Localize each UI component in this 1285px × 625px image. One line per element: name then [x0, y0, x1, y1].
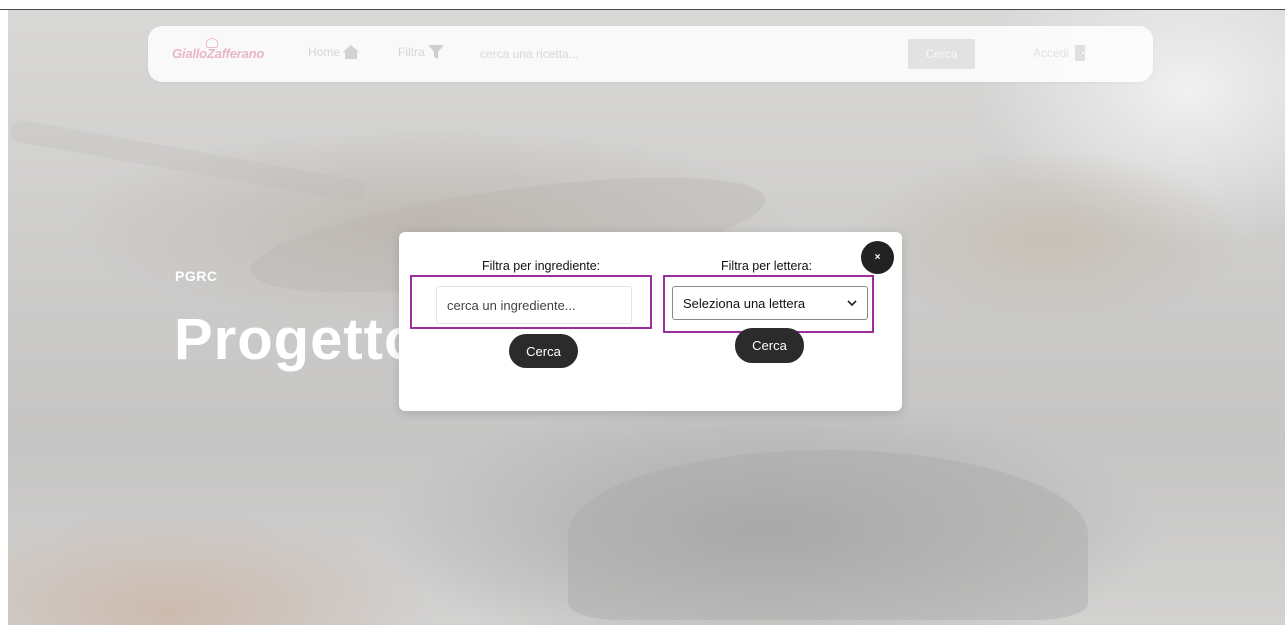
chevron-down-icon: [847, 300, 857, 307]
modal-close-button[interactable]: ×: [861, 241, 894, 274]
filter-modal: × Filtra per ingrediente: Filtra per let…: [399, 232, 902, 411]
nav-accedi-link[interactable]: Accedi: [1033, 44, 1087, 62]
letter-search-button[interactable]: Cerca: [735, 328, 804, 363]
nav-home-link[interactable]: Home: [308, 44, 360, 60]
house-icon: [343, 45, 360, 59]
letter-filter-label: Filtra per lettera:: [721, 259, 813, 273]
navbar: GialloZafferano Home Filtra Cerca Accedi: [148, 26, 1153, 82]
ingredient-search-input[interactable]: [436, 286, 632, 324]
nav-home-label: Home: [308, 45, 341, 59]
ingredient-search-button[interactable]: Cerca: [509, 334, 578, 368]
letter-select[interactable]: Seleziona una lettera: [672, 286, 868, 320]
filter-funnel-icon: [427, 45, 444, 59]
logo-chef-hat-icon: [206, 38, 218, 48]
nav-filtra-label: Filtra: [398, 45, 425, 59]
recipe-search-input[interactable]: [478, 42, 902, 66]
nav-filtra-link[interactable]: Filtra: [398, 44, 445, 60]
site-logo[interactable]: GialloZafferano: [172, 46, 264, 61]
nav-search-button[interactable]: Cerca: [908, 39, 975, 69]
letter-select-value: Seleziona una lettera: [683, 295, 806, 311]
hero-brand: PGRC: [175, 268, 218, 284]
door-icon: [1075, 45, 1086, 61]
page: GialloZafferano Home Filtra Cerca Accedi…: [0, 0, 1285, 625]
nav-accedi-label: Accedi: [1033, 46, 1070, 60]
ingredient-filter-label: Filtra per ingrediente:: [482, 259, 601, 273]
